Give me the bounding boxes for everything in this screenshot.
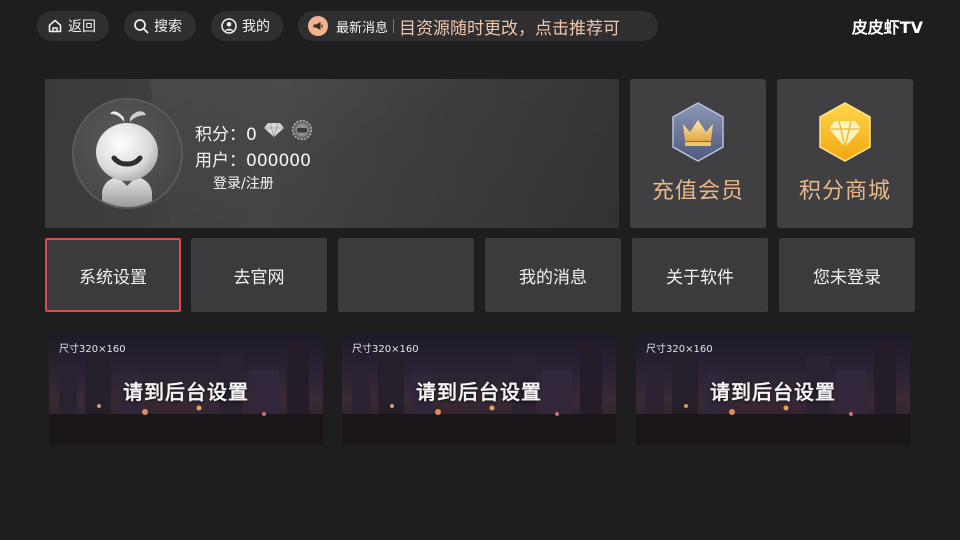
not-logged-in-button[interactable]: 您未登录 (779, 238, 915, 312)
user-id-label: 用户：000000 (195, 150, 311, 171)
points-row: 积分：0 (195, 119, 313, 145)
banner-size-tag: 尺寸320×160 (352, 344, 419, 355)
mascot-avatar-icon (96, 111, 158, 207)
banner-title: 请到后台设置 (416, 380, 542, 404)
recharge-vip-button[interactable]: 充值会员 (630, 79, 766, 228)
points-label: 积分：0 (195, 124, 257, 145)
app-brand: 皮皮虾TV (851, 18, 923, 37)
recharge-vip-label: 充值会员 (651, 179, 744, 204)
profile-card[interactable]: 积分：0 用户：000000 登录/注册 (45, 79, 619, 228)
mine-button[interactable]: 我的 (211, 11, 283, 41)
news-divider (393, 19, 395, 33)
news-label: 最新消息 (336, 20, 389, 36)
back-button[interactable]: 返回 (37, 11, 109, 41)
vip-badge-icon (291, 119, 313, 146)
login-register-link[interactable]: 登录/注册 (213, 173, 313, 193)
news-ticker[interactable]: 最新消息 目资源随时更改，点击推荐可 (298, 11, 658, 41)
system-settings-button[interactable]: 系统设置 (45, 238, 181, 312)
banner-title: 请到后台设置 (710, 380, 836, 404)
profile-info: 积分：0 用户：000000 登录/注册 (195, 119, 313, 193)
user-row: 用户：000000 (195, 145, 313, 171)
diamond-icon (263, 122, 285, 143)
search-button[interactable]: 搜索 (124, 11, 196, 41)
banner-size-tag: 尺寸320×160 (646, 344, 713, 355)
megaphone-icon (308, 16, 328, 36)
gem-icon (817, 101, 873, 163)
blank-menu-button[interactable] (338, 238, 474, 312)
search-label: 搜索 (154, 19, 182, 35)
about-software-button[interactable]: 关于软件 (632, 238, 768, 312)
back-label: 返回 (68, 19, 96, 35)
points-shop-label: 积分商城 (798, 179, 891, 204)
search-icon (132, 17, 150, 35)
avatar[interactable] (72, 98, 183, 209)
crown-icon (670, 101, 726, 163)
home-icon (46, 17, 64, 35)
news-text: 目资源随时更改，点击推荐可 (399, 18, 621, 39)
mine-label: 我的 (242, 19, 270, 35)
user-icon (220, 17, 238, 35)
banner-title: 请到后台设置 (123, 380, 249, 404)
official-site-button[interactable]: 去官网 (191, 238, 327, 312)
points-shop-button[interactable]: 积分商城 (777, 79, 913, 228)
banner-ad[interactable]: 尺寸320×160 请到后台设置 (49, 334, 323, 445)
banner-ad[interactable]: 尺寸320×160 请到后台设置 (342, 334, 616, 445)
banner-ad[interactable]: 尺寸320×160 请到后台设置 (636, 334, 910, 445)
banner-size-tag: 尺寸320×160 (59, 344, 126, 355)
my-messages-button[interactable]: 我的消息 (485, 238, 621, 312)
